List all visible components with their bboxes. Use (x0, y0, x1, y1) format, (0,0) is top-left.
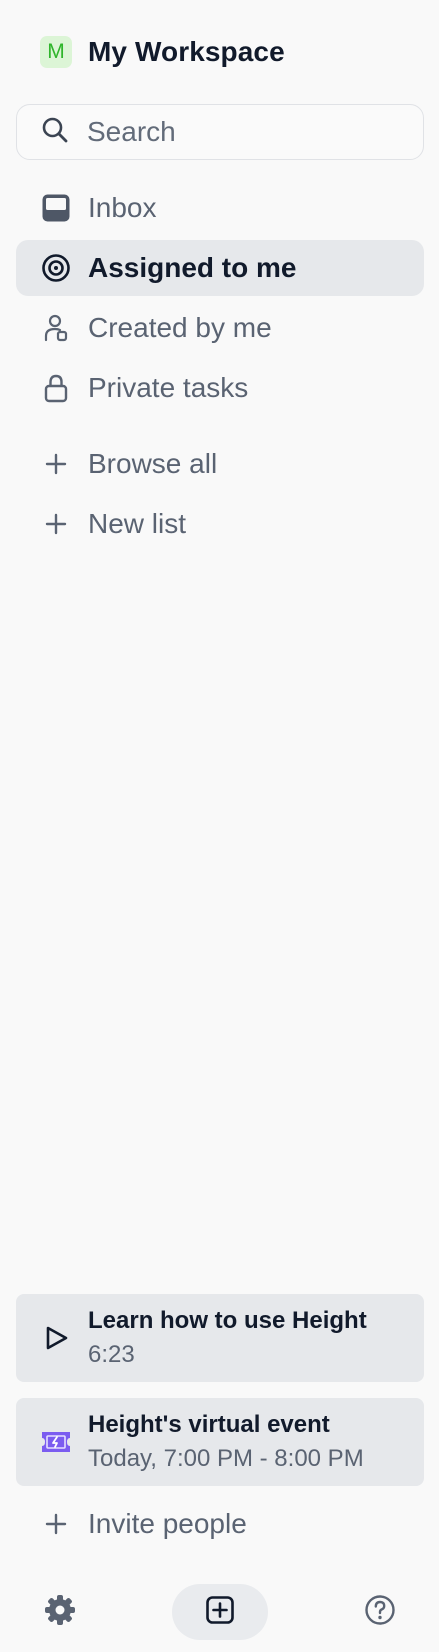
help-icon (364, 1594, 396, 1631)
nav-item-label: New list (88, 508, 187, 539)
event-card[interactable]: Height's virtual event Today, 7:00 PM - … (16, 1398, 424, 1486)
ticket-icon (40, 1426, 72, 1458)
event-card-time: Today, 7:00 PM - 8:00 PM (88, 1445, 364, 1472)
workspace-name: My Workspace (88, 36, 285, 67)
sidebar: M My Workspace Inbox (0, 0, 439, 1652)
lock-icon (40, 372, 72, 404)
nav-item-private-tasks[interactable]: Private tasks (16, 360, 424, 416)
learn-card-duration: 6:23 (88, 1341, 135, 1368)
nav-item-label: Browse all (88, 448, 218, 479)
plus-square-icon (205, 1595, 235, 1630)
workspace-switcher[interactable]: M My Workspace (40, 36, 285, 68)
nav-item-created-by-me[interactable]: Created by me (16, 300, 424, 356)
learn-card[interactable]: Learn how to use Height 6:23 (16, 1294, 424, 1382)
gear-icon (44, 1594, 76, 1631)
search-icon (41, 116, 69, 149)
workspace-avatar: M (40, 36, 72, 68)
nav-item-label: Inbox (88, 192, 157, 223)
target-icon (40, 252, 72, 284)
nav-item-new-list[interactable]: New list (16, 496, 424, 552)
nav-item-browse-all[interactable]: Browse all (16, 436, 424, 492)
nav-item-assigned-to-me[interactable]: Assigned to me (16, 240, 424, 296)
invite-people-button[interactable]: Invite people (16, 1496, 424, 1552)
nav-item-inbox[interactable]: Inbox (16, 180, 424, 236)
help-button[interactable] (362, 1594, 398, 1630)
nav-item-label: Created by me (88, 312, 272, 343)
plus-icon (40, 508, 72, 540)
user-created-icon (40, 312, 72, 344)
play-icon (40, 1322, 72, 1354)
event-card-title: Height's virtual event (88, 1411, 330, 1438)
inbox-icon (40, 192, 72, 224)
learn-card-title: Learn how to use Height (88, 1307, 367, 1334)
nav-item-label: Private tasks (88, 372, 249, 403)
new-task-button[interactable] (172, 1584, 268, 1640)
plus-icon (40, 1508, 72, 1540)
search-box[interactable] (16, 104, 424, 160)
plus-icon (40, 448, 72, 480)
nav-item-label: Assigned to me (88, 252, 297, 283)
settings-button[interactable] (42, 1594, 78, 1630)
invite-people-label: Invite people (88, 1508, 247, 1539)
search-input[interactable] (87, 116, 387, 148)
